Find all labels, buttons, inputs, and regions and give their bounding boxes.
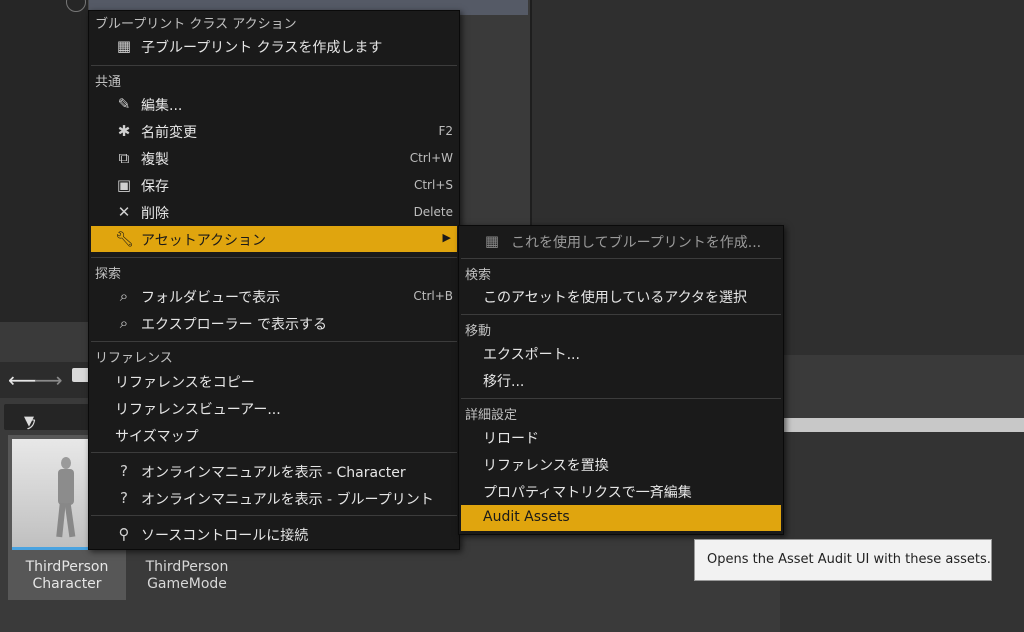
lower-right-header (780, 418, 1024, 432)
docs-blueprint-item[interactable]: ? オンラインマニュアルを表示 - ブループリント (91, 485, 457, 511)
docs-character-item[interactable]: ? オンラインマニュアルを表示 - Character (91, 458, 457, 484)
save-item[interactable]: ▣ 保存 Ctrl+S (91, 172, 457, 198)
section-header: ブループリント クラス アクション (95, 17, 297, 32)
export-item[interactable]: エクスポート... (461, 340, 781, 366)
submenu-arrow-icon: ▶ (442, 231, 451, 244)
duplicate-icon: ⧉ (118, 149, 130, 167)
rename-item[interactable]: ✱ 名前変更 F2 (91, 118, 457, 144)
copy-reference-item[interactable]: リファレンスをコピー (91, 368, 457, 394)
section-header: 移動 (465, 324, 492, 339)
delete-item[interactable]: ✕ 削除 Delete (91, 199, 457, 225)
section-header: 詳細設定 (465, 408, 518, 423)
reload-item[interactable]: リロード (461, 424, 781, 450)
tooltip: Opens the Asset Audit UI with these asse… (694, 539, 992, 581)
rename-icon: ✱ (117, 122, 131, 140)
back-arrow-icon[interactable]: ⟵ (8, 368, 37, 392)
save-icon: ▣ (116, 176, 132, 194)
magnifier-icon: ⌕ (119, 287, 129, 305)
create-child-blueprint-item[interactable]: ▦ 子ブループリント クラスを作成します (91, 33, 457, 59)
select-actors-item[interactable]: このアセットを使用しているアクタを選択 (461, 283, 781, 309)
migrate-item[interactable]: 移行... (461, 367, 781, 393)
tooltip-text: Opens the Asset Audit UI with these asse… (707, 552, 991, 567)
duplicate-item[interactable]: ⧉ 複製 Ctrl+W (91, 145, 457, 171)
create-blueprint-using-item[interactable]: ▦ これを使用してブループリントを作成... (461, 228, 781, 254)
info-icon (66, 0, 86, 12)
section-header: リファレンス (95, 351, 173, 366)
asset-actions-item[interactable]: 🔧︎ アセットアクション ▶ (91, 226, 457, 252)
left-panel (0, 0, 89, 322)
property-matrix-item[interactable]: プロパティマトリクスで一斉編集 (461, 478, 781, 504)
lower-right-panel (780, 418, 1024, 632)
source-control-icon: ⚲ (118, 525, 130, 543)
help-icon: ? (120, 489, 128, 507)
section-header: 共通 (95, 75, 122, 90)
forward-arrow-icon[interactable]: ⟶ (34, 368, 63, 392)
wrench-icon: 🔧︎ (115, 230, 135, 248)
blueprint-icon: ▦ (484, 232, 500, 250)
show-in-explorer-item[interactable]: ⌕ エクスプローラー で表示する (91, 310, 457, 336)
section-header: 検索 (465, 268, 492, 283)
pencil-icon: ✎ (117, 95, 131, 113)
audit-assets-item[interactable]: Audit Assets (461, 505, 781, 531)
replace-references-item[interactable]: リファレンスを置換 (461, 451, 781, 477)
mannequin-figure (54, 457, 78, 538)
help-icon: ? (120, 462, 128, 480)
delete-icon: ✕ (117, 203, 131, 221)
reference-viewer-item[interactable]: リファレンスビューアー... (91, 395, 457, 421)
size-map-item[interactable]: サイズマップ (91, 422, 457, 448)
show-in-folder-item[interactable]: ⌕ フォルダビューで表示 Ctrl+B (91, 283, 457, 309)
section-header: 探索 (95, 267, 122, 282)
asset-label: ThirdPerson Character (25, 559, 109, 592)
edit-item[interactable]: ✎ 編集... (91, 91, 457, 117)
source-control-item[interactable]: ⚲ ソースコントロールに接続 (91, 521, 457, 547)
blueprint-icon: ▦ (116, 37, 132, 55)
magnifier-icon: ⌕ (119, 314, 129, 332)
asset-label: ThirdPerson GameMode (145, 559, 229, 592)
asset-actions-submenu: ▦ これを使用してブループリントを作成... 検索 このアセットを使用しているア… (458, 225, 784, 535)
context-menu: ブループリント クラス アクション ▦ 子ブループリント クラスを作成します 共… (88, 10, 460, 550)
